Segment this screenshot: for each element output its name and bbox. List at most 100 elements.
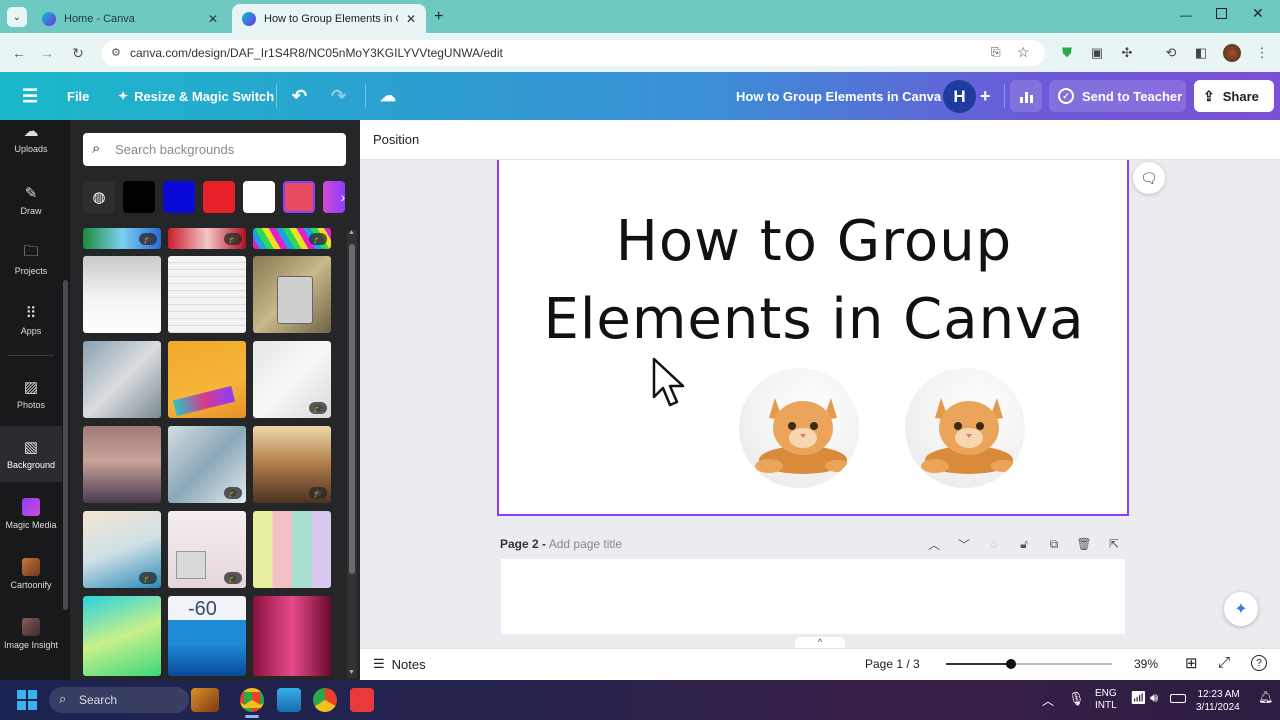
- rail-item-projects[interactable]: 🗀 Projects: [0, 232, 62, 288]
- color-swatch-red[interactable]: [203, 181, 235, 213]
- scroll-up-tab[interactable]: ^: [795, 637, 845, 648]
- color-palette-picker[interactable]: ◍: [83, 181, 115, 213]
- shield-extension-icon[interactable]: ⛊: [1058, 44, 1076, 62]
- show-hidden-icons[interactable]: ︿: [1042, 692, 1054, 709]
- add-comment-button[interactable]: 🗨: [1133, 162, 1165, 194]
- help-icon[interactable]: ?: [1251, 655, 1267, 671]
- document-title[interactable]: How to Group Elements in Canva: [736, 72, 941, 120]
- clock[interactable]: 12:23 AM 3/11/2024: [1196, 688, 1240, 714]
- main-menu-icon[interactable]: ☰: [22, 72, 38, 120]
- notepad-taskbar-icon[interactable]: [277, 688, 301, 712]
- background-thumbnail[interactable]: [253, 596, 331, 676]
- widgets-icon[interactable]: [191, 688, 219, 712]
- profile-avatar-icon[interactable]: [1223, 44, 1241, 62]
- grid-view-icon[interactable]: ⊞: [1185, 654, 1198, 672]
- close-tab-icon[interactable]: ✕: [406, 12, 416, 26]
- side-panel-icon[interactable]: ◧: [1192, 44, 1210, 62]
- color-swatch-blue[interactable]: [163, 181, 195, 213]
- move-page-down-icon[interactable]: ﹀: [955, 535, 973, 553]
- close-tab-icon[interactable]: ✕: [208, 12, 218, 26]
- browser-tab-active[interactable]: How to Group Elements in Canva ✕: [232, 4, 426, 33]
- background-thumbnail[interactable]: [168, 341, 246, 418]
- background-thumbnail[interactable]: 🎓: [253, 228, 331, 249]
- background-thumbnail[interactable]: -60: [168, 596, 246, 676]
- back-arrow-icon[interactable]: ←: [10, 44, 28, 62]
- background-thumbnail[interactable]: [83, 341, 161, 418]
- cat-image-left[interactable]: [739, 368, 859, 488]
- close-window-icon[interactable]: ✕: [1252, 5, 1264, 22]
- background-thumbnail[interactable]: 🎓: [83, 228, 161, 249]
- microphone-icon[interactable]: 🎙︎: [1068, 691, 1085, 707]
- background-thumbnail[interactable]: 🎓: [168, 228, 246, 249]
- background-thumbnail[interactable]: [83, 426, 161, 503]
- install-app-icon[interactable]: ⎘: [991, 45, 1001, 60]
- file-menu-button[interactable]: File: [67, 72, 89, 120]
- puzzle-extensions-icon[interactable]: ✣: [1118, 44, 1136, 62]
- delete-page-icon[interactable]: 🗑︎: [1075, 535, 1093, 553]
- reload-icon[interactable]: ↻: [69, 44, 87, 62]
- performance-icon[interactable]: ⟲: [1162, 44, 1180, 62]
- zoom-slider[interactable]: [946, 658, 1112, 670]
- rail-item-apps[interactable]: ⠿ Apps: [0, 292, 62, 348]
- page-indicator[interactable]: Page 1 / 3: [865, 657, 920, 671]
- image-extension-icon[interactable]: ▣: [1088, 44, 1106, 62]
- magic-assistant-button[interactable]: ✦: [1224, 592, 1258, 626]
- hide-page-icon[interactable]: ◌: [985, 535, 1003, 553]
- notifications-icon[interactable]: 🔔︎: [1258, 690, 1273, 704]
- rail-item-draw[interactable]: ✎ Draw: [0, 172, 62, 228]
- rail-scrollbar[interactable]: [62, 120, 70, 680]
- rail-item-background[interactable]: ▧ Background: [0, 426, 62, 482]
- taskbar-search[interactable]: ⌕ Search: [49, 687, 189, 713]
- chrome-taskbar-icon[interactable]: [240, 688, 264, 712]
- windows-start-icon[interactable]: [17, 690, 37, 710]
- rail-item-magic-media[interactable]: Magic Media: [0, 486, 62, 542]
- address-bar[interactable]: ⚙ canva.com/design/DAF_Ir1S4R8/NC05nMoY3…: [102, 40, 1045, 66]
- background-thumbnail[interactable]: [253, 511, 331, 588]
- lock-page-icon[interactable]: 🔓︎: [1015, 535, 1033, 553]
- undo-icon[interactable]: ↶: [292, 72, 307, 120]
- add-page-icon[interactable]: ⇱: [1105, 535, 1123, 553]
- background-thumbnail[interactable]: [168, 256, 246, 333]
- zoom-slider-knob[interactable]: [1005, 659, 1016, 669]
- tab-list-button[interactable]: ⌄: [7, 7, 27, 27]
- zoom-percent[interactable]: 39%: [1134, 657, 1158, 671]
- insights-chart-button[interactable]: [1010, 80, 1042, 112]
- recorder-taskbar-icon[interactable]: [350, 688, 374, 712]
- bookmark-star-icon[interactable]: ☆: [1017, 44, 1030, 61]
- duplicate-page-icon[interactable]: ⧉: [1045, 535, 1063, 553]
- background-thumbnail[interactable]: 🎓: [168, 426, 246, 503]
- color-swatch-black[interactable]: [123, 181, 155, 213]
- design-page-2[interactable]: [501, 559, 1125, 634]
- new-tab-button[interactable]: +: [434, 8, 443, 26]
- background-thumbnail[interactable]: 🎓: [168, 511, 246, 588]
- background-thumbnail[interactable]: [83, 596, 161, 676]
- move-page-up-icon[interactable]: ︿: [925, 535, 943, 553]
- browser-tab-home[interactable]: Home - Canva ✕: [32, 4, 228, 33]
- color-swatch-coral[interactable]: [283, 181, 315, 213]
- share-button[interactable]: ⇪ Share: [1194, 80, 1274, 112]
- fullscreen-icon[interactable]: ⤢: [1218, 654, 1230, 671]
- rail-item-photos[interactable]: ▨ Photos: [0, 366, 62, 422]
- chrome-profile-taskbar-icon[interactable]: [313, 688, 337, 712]
- page-2-title[interactable]: Page 2 - Add page title: [500, 537, 622, 551]
- background-thumbnail[interactable]: 🎓: [83, 511, 161, 588]
- cat-image-right[interactable]: [905, 368, 1025, 488]
- notes-button[interactable]: ☰ Notes: [373, 656, 426, 672]
- background-thumbnail[interactable]: [253, 256, 331, 333]
- search-backgrounds-input[interactable]: ⌕ Search backgrounds: [83, 133, 346, 166]
- color-swatch-white[interactable]: [243, 181, 275, 213]
- invite-plus-icon[interactable]: +: [980, 72, 991, 120]
- avatar[interactable]: H: [943, 80, 976, 113]
- send-to-teacher-button[interactable]: ✓ Send to Teacher: [1049, 80, 1186, 112]
- resize-magic-switch-button[interactable]: ✦ Resize & Magic Switch: [118, 72, 274, 120]
- scroll-down-icon[interactable]: ▼: [348, 669, 355, 676]
- cloud-save-icon[interactable]: ☁: [380, 72, 396, 120]
- volume-icon[interactable]: 🔊︎: [1150, 690, 1158, 706]
- rail-item-image-insight[interactable]: Image Insight: [0, 606, 62, 662]
- browser-menu-icon[interactable]: ⋮: [1253, 44, 1271, 62]
- panel-scrollbar-thumb[interactable]: [349, 244, 355, 574]
- redo-icon[interactable]: ↷: [331, 72, 346, 120]
- site-info-icon[interactable]: ⚙: [111, 46, 121, 59]
- scroll-up-icon[interactable]: ▲: [348, 229, 355, 236]
- background-thumbnail[interactable]: 🎓: [253, 426, 331, 503]
